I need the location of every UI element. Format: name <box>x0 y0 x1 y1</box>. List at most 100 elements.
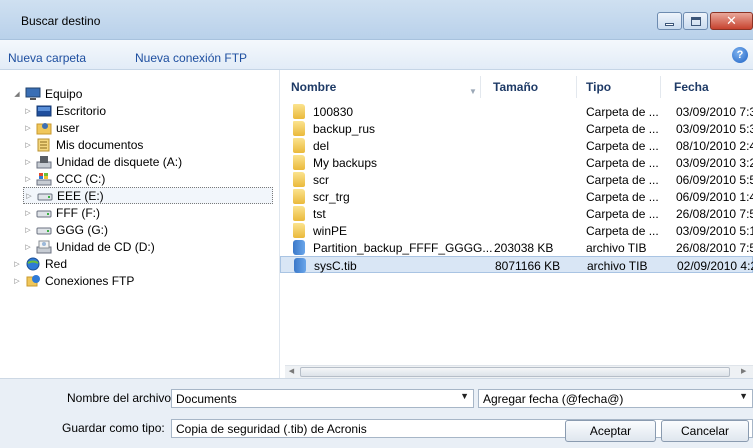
cancel-button[interactable]: Cancelar <box>661 420 749 442</box>
row-type: Carpeta de ... <box>586 224 659 238</box>
collapsed-arrow-icon[interactable]: ▷ <box>12 277 22 285</box>
horizontal-scrollbar[interactable]: ◀ ▶ <box>285 365 753 378</box>
title-bar: Buscar destino ✕ <box>0 0 753 40</box>
row-date: 02/09/2010 4:2 <box>677 259 753 273</box>
row-type: archivo TIB <box>587 259 648 273</box>
minimize-icon <box>665 22 674 26</box>
list-row[interactable]: 100830 Carpeta de ... 03/09/2010 7:3 <box>280 103 753 120</box>
tib-file-icon <box>293 240 305 255</box>
help-icon[interactable]: ? <box>732 47 748 63</box>
close-button[interactable]: ✕ <box>710 12 753 30</box>
row-name: scr <box>313 173 329 187</box>
row-type: Carpeta de ... <box>586 207 659 221</box>
new-ftp-connection-button[interactable]: Nueva conexión FTP <box>135 51 247 65</box>
column-separator[interactable] <box>660 76 661 98</box>
tree-item-label: Mis documentos <box>56 137 144 152</box>
tree-item-fff[interactable]: ▷ FFF (F:) <box>23 204 100 221</box>
tree-item-equipo[interactable]: ◢ Equipo <box>12 85 82 102</box>
row-type: Carpeta de ... <box>586 156 659 170</box>
tib-file-icon <box>294 258 306 273</box>
row-date: 08/10/2010 2:4 <box>676 139 753 153</box>
row-type: Carpeta de ... <box>586 122 659 136</box>
folder-icon <box>293 172 305 187</box>
row-name: Partition_backup_FFFF_GGGG... <box>313 241 493 255</box>
list-row-selected[interactable]: sysC.tib 8071166 KB archivo TIB 02/09/20… <box>280 256 753 273</box>
row-name: del <box>313 139 330 153</box>
dropdown-arrow-icon[interactable]: ▼ <box>460 391 469 401</box>
new-folder-button[interactable]: Nueva carpeta <box>8 51 86 65</box>
collapsed-arrow-icon[interactable]: ▷ <box>23 141 33 149</box>
tree-item-eee[interactable]: ▷ EEE (E:) <box>23 187 273 204</box>
folder-icon <box>293 223 305 238</box>
row-date: 06/09/2010 5:5 <box>676 173 753 187</box>
row-name: backup_rus <box>313 122 376 136</box>
collapsed-arrow-icon[interactable]: ▷ <box>23 175 33 183</box>
column-separator[interactable] <box>576 76 577 98</box>
collapsed-arrow-icon[interactable]: ▷ <box>23 243 33 251</box>
filename-combobox[interactable]: Documents ▼ <box>171 389 474 408</box>
row-date: 03/09/2010 3:2 <box>676 156 753 170</box>
tree-item-red[interactable]: ▷ Red <box>12 255 67 272</box>
column-separator[interactable] <box>480 76 481 98</box>
folder-icon <box>293 206 305 221</box>
folder-icon <box>293 121 305 136</box>
list-row[interactable]: tst Carpeta de ... 26/08/2010 7:5 <box>280 205 753 222</box>
list-row[interactable]: del Carpeta de ... 08/10/2010 2:4 <box>280 137 753 154</box>
collapsed-arrow-icon[interactable]: ▷ <box>23 209 33 217</box>
tree-item-conexiones-ftp[interactable]: ▷ Conexiones FTP <box>12 272 134 289</box>
date-option-value: Agregar fecha (@fecha@) <box>483 392 624 406</box>
collapsed-arrow-icon[interactable]: ▷ <box>23 124 33 132</box>
list-row[interactable]: winPE Carpeta de ... 03/09/2010 5:1 <box>280 222 753 239</box>
collapsed-arrow-icon[interactable]: ▷ <box>23 226 33 234</box>
drive-icon <box>36 223 52 237</box>
collapsed-arrow-icon[interactable]: ▷ <box>23 158 33 166</box>
sort-down-icon: ▼ <box>469 87 477 96</box>
row-date: 26/08/2010 7:5 <box>676 241 753 255</box>
list-row[interactable]: My backups Carpeta de ... 03/09/2010 3:2 <box>280 154 753 171</box>
tree-item-ccc[interactable]: ▷ CCC (C:) <box>23 170 105 187</box>
tree-item-label: Equipo <box>45 86 83 101</box>
floppy-drive-icon <box>36 155 52 169</box>
minimize-button[interactable] <box>657 12 682 30</box>
column-header-size[interactable]: Tamaño <box>493 80 538 94</box>
close-icon: ✕ <box>726 13 737 29</box>
expanded-arrow-icon[interactable]: ◢ <box>12 90 22 98</box>
tree-item-ggg[interactable]: ▷ GGG (G:) <box>23 221 108 238</box>
row-type: archivo TIB <box>586 241 647 255</box>
tree-item-cd[interactable]: ▷ Unidad de CD (D:) <box>23 238 154 255</box>
list-row[interactable]: scr Carpeta de ... 06/09/2010 5:5 <box>280 171 753 188</box>
scroll-thumb[interactable] <box>300 367 730 377</box>
ok-button[interactable]: Aceptar <box>565 420 656 442</box>
collapsed-arrow-icon[interactable]: ▷ <box>12 260 22 268</box>
user-folder-icon <box>36 121 52 135</box>
maximize-button[interactable] <box>683 12 708 30</box>
tree-item-label: EEE (E:) <box>57 188 104 203</box>
dropdown-arrow-icon[interactable]: ▼ <box>739 391 748 401</box>
row-date: 06/09/2010 1:4 <box>676 190 753 204</box>
column-header-type[interactable]: Tipo <box>586 80 611 94</box>
tree-item-floppy[interactable]: ▷ Unidad de disquete (A:) <box>23 153 182 170</box>
tree-item-escritorio[interactable]: ▷ Escritorio <box>23 102 106 119</box>
drive-icon <box>36 206 52 220</box>
column-header-name[interactable]: Nombre <box>291 80 336 94</box>
row-type: Carpeta de ... <box>586 190 659 204</box>
filename-value: Documents <box>176 392 237 406</box>
scroll-left-icon[interactable]: ◀ <box>285 366 298 378</box>
ftp-icon <box>25 274 41 288</box>
list-row[interactable]: backup_rus Carpeta de ... 03/09/2010 5:3 <box>280 120 753 137</box>
list-row[interactable]: scr_trg Carpeta de ... 06/09/2010 1:4 <box>280 188 753 205</box>
tree-item-user[interactable]: ▷ user <box>23 119 79 136</box>
folder-icon <box>293 138 305 153</box>
collapsed-arrow-icon[interactable]: ▷ <box>23 107 33 115</box>
scroll-right-icon[interactable]: ▶ <box>741 366 753 378</box>
row-name: scr_trg <box>313 190 350 204</box>
file-type-label: Guardar como tipo: <box>62 421 165 435</box>
list-row[interactable]: Partition_backup_FFFF_GGGG... 203038 KB … <box>280 239 753 256</box>
date-option-select[interactable]: Agregar fecha (@fecha@) ▼ <box>478 389 753 408</box>
tree-item-mis-documentos[interactable]: ▷ Mis documentos <box>23 136 143 153</box>
maximize-icon <box>690 16 701 26</box>
row-type: Carpeta de ... <box>586 173 659 187</box>
tree-item-label: CCC (C:) <box>56 171 106 186</box>
column-header-date[interactable]: Fecha <box>674 80 709 94</box>
collapsed-arrow-icon[interactable]: ▷ <box>24 192 34 200</box>
